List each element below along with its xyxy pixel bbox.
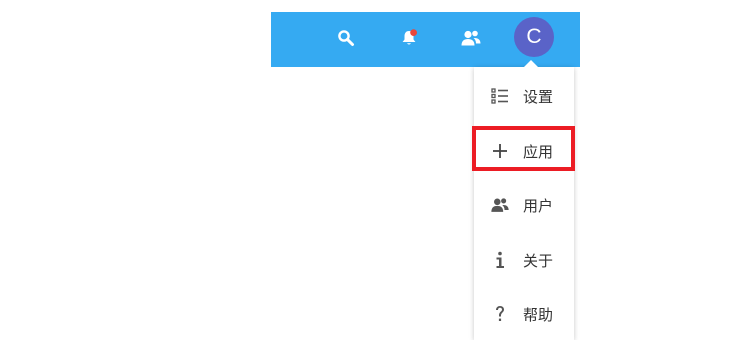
notification-badge [410,29,417,36]
dropdown-caret [524,60,538,67]
app-screen: C 设置 应用 用户 关于 帮助 [0,0,743,340]
menu-item-label: 关于 [523,251,554,270]
settings-list-icon [490,86,510,106]
menu-item-label: 帮助 [523,305,554,324]
menu-item-label: 用户 [523,196,554,215]
users-icon [490,195,510,215]
user-dropdown-menu: 设置 应用 用户 关于 帮助 [474,67,574,340]
menu-item-label: 应用 [523,142,554,161]
header-bar: C [271,12,580,67]
menu-item-apps[interactable]: 应用 [474,124,574,178]
contacts-icon[interactable] [459,26,483,50]
user-avatar[interactable]: C [514,17,554,57]
menu-item-help[interactable]: 帮助 [474,287,574,340]
notification-bell-icon[interactable] [397,26,421,50]
search-icon[interactable] [334,26,358,50]
menu-item-settings[interactable]: 设置 [474,69,574,123]
menu-item-users[interactable]: 用户 [474,178,574,232]
menu-item-about[interactable]: 关于 [474,233,574,287]
help-question-icon [490,304,510,324]
menu-item-label: 设置 [523,87,554,106]
info-icon [490,250,510,270]
plus-icon [490,141,510,161]
